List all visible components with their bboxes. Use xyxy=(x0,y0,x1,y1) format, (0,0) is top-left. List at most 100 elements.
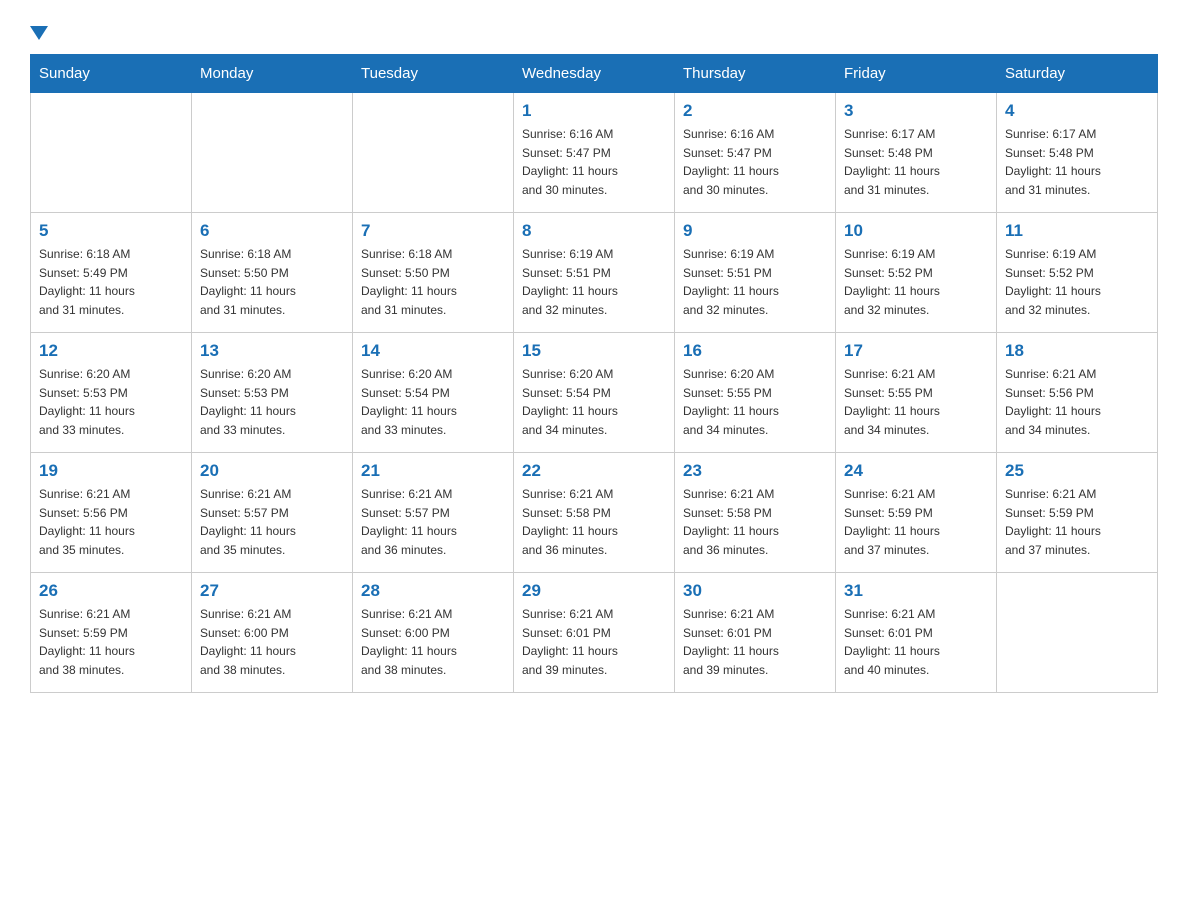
calendar-cell: 10 Sunrise: 6:19 AM Sunset: 5:52 PM Dayli… xyxy=(836,213,997,333)
logo-triangle-icon xyxy=(30,26,48,40)
day-number: 27 xyxy=(200,581,344,601)
day-number: 5 xyxy=(39,221,183,241)
day-info: Sunrise: 6:21 AM Sunset: 5:58 PM Dayligh… xyxy=(683,485,827,559)
day-number: 22 xyxy=(522,461,666,481)
column-header-thursday: Thursday xyxy=(675,55,836,93)
calendar-cell: 24 Sunrise: 6:21 AM Sunset: 5:59 PM Dayli… xyxy=(836,453,997,573)
calendar-cell xyxy=(997,573,1158,693)
day-number: 2 xyxy=(683,101,827,121)
calendar-cell: 15 Sunrise: 6:20 AM Sunset: 5:54 PM Dayli… xyxy=(514,333,675,453)
day-number: 1 xyxy=(522,101,666,121)
calendar-cell: 29 Sunrise: 6:21 AM Sunset: 6:01 PM Dayli… xyxy=(514,573,675,693)
day-info: Sunrise: 6:20 AM Sunset: 5:53 PM Dayligh… xyxy=(39,365,183,439)
calendar-cell: 22 Sunrise: 6:21 AM Sunset: 5:58 PM Dayli… xyxy=(514,453,675,573)
day-number: 15 xyxy=(522,341,666,361)
day-number: 8 xyxy=(522,221,666,241)
calendar-cell: 26Sunrise: 6:21 AM Sunset: 5:59 PM Dayli… xyxy=(31,573,192,693)
calendar-cell: 13Sunrise: 6:20 AM Sunset: 5:53 PM Dayli… xyxy=(192,333,353,453)
column-header-sunday: Sunday xyxy=(31,55,192,93)
calendar-cell: 9Sunrise: 6:19 AM Sunset: 5:51 PM Daylig… xyxy=(675,213,836,333)
day-number: 16 xyxy=(683,341,827,361)
day-number: 31 xyxy=(844,581,988,601)
day-number: 3 xyxy=(844,101,988,121)
day-info: Sunrise: 6:21 AM Sunset: 6:01 PM Dayligh… xyxy=(522,605,666,679)
day-info: Sunrise: 6:21 AM Sunset: 5:59 PM Dayligh… xyxy=(39,605,183,679)
calendar-cell: 25Sunrise: 6:21 AM Sunset: 5:59 PM Dayli… xyxy=(997,453,1158,573)
day-number: 9 xyxy=(683,221,827,241)
day-info: Sunrise: 6:21 AM Sunset: 5:58 PM Dayligh… xyxy=(522,485,666,559)
calendar-cell: 21Sunrise: 6:21 AM Sunset: 5:57 PM Dayli… xyxy=(353,453,514,573)
day-number: 7 xyxy=(361,221,505,241)
calendar-cell: 16 Sunrise: 6:20 AM Sunset: 5:55 PM Dayli… xyxy=(675,333,836,453)
calendar-cell: 2 Sunrise: 6:16 AM Sunset: 5:47 PM Daylig… xyxy=(675,93,836,213)
calendar-cell: 17 Sunrise: 6:21 AM Sunset: 5:55 PM Dayli… xyxy=(836,333,997,453)
calendar-cell: 4 Sunrise: 6:17 AM Sunset: 5:48 PM Daylig… xyxy=(997,93,1158,213)
column-header-tuesday: Tuesday xyxy=(353,55,514,93)
calendar-cell: 19 Sunrise: 6:21 AM Sunset: 5:56 PM Dayli… xyxy=(31,453,192,573)
column-header-monday: Monday xyxy=(192,55,353,93)
day-number: 25 xyxy=(1005,461,1149,481)
day-number: 17 xyxy=(844,341,988,361)
day-info: Sunrise: 6:18 AM Sunset: 5:50 PM Dayligh… xyxy=(361,245,505,319)
calendar-body: 1 Sunrise: 6:16 AM Sunset: 5:47 PM Daylig… xyxy=(31,93,1158,693)
calendar-cell: 6Sunrise: 6:18 AM Sunset: 5:50 PM Daylig… xyxy=(192,213,353,333)
day-info: Sunrise: 6:17 AM Sunset: 5:48 PM Dayligh… xyxy=(844,125,988,199)
day-info: Sunrise: 6:21 AM Sunset: 6:00 PM Dayligh… xyxy=(200,605,344,679)
calendar-cell: 28 Sunrise: 6:21 AM Sunset: 6:00 PM Dayli… xyxy=(353,573,514,693)
day-number: 30 xyxy=(683,581,827,601)
day-number: 12 xyxy=(39,341,183,361)
calendar-cell: 7 Sunrise: 6:18 AM Sunset: 5:50 PM Daylig… xyxy=(353,213,514,333)
calendar-cell: 11 Sunrise: 6:19 AM Sunset: 5:52 PM Dayli… xyxy=(997,213,1158,333)
day-info: Sunrise: 6:19 AM Sunset: 5:52 PM Dayligh… xyxy=(844,245,988,319)
day-info: Sunrise: 6:20 AM Sunset: 5:53 PM Dayligh… xyxy=(200,365,344,439)
day-info: Sunrise: 6:21 AM Sunset: 5:59 PM Dayligh… xyxy=(844,485,988,559)
calendar-week-3: 12 Sunrise: 6:20 AM Sunset: 5:53 PM Dayli… xyxy=(31,333,1158,453)
calendar-cell: 18Sunrise: 6:21 AM Sunset: 5:56 PM Dayli… xyxy=(997,333,1158,453)
day-number: 24 xyxy=(844,461,988,481)
calendar-cell: 14 Sunrise: 6:20 AM Sunset: 5:54 PM Dayli… xyxy=(353,333,514,453)
calendar-cell: 23 Sunrise: 6:21 AM Sunset: 5:58 PM Dayli… xyxy=(675,453,836,573)
day-number: 28 xyxy=(361,581,505,601)
calendar-cell: 8Sunrise: 6:19 AM Sunset: 5:51 PM Daylig… xyxy=(514,213,675,333)
column-header-friday: Friday xyxy=(836,55,997,93)
day-info: Sunrise: 6:16 AM Sunset: 5:47 PM Dayligh… xyxy=(683,125,827,199)
calendar-cell xyxy=(192,93,353,213)
day-number: 20 xyxy=(200,461,344,481)
day-info: Sunrise: 6:21 AM Sunset: 6:00 PM Dayligh… xyxy=(361,605,505,679)
day-number: 18 xyxy=(1005,341,1149,361)
calendar-cell: 27 Sunrise: 6:21 AM Sunset: 6:00 PM Dayli… xyxy=(192,573,353,693)
column-header-wednesday: Wednesday xyxy=(514,55,675,93)
day-info: Sunrise: 6:21 AM Sunset: 5:55 PM Dayligh… xyxy=(844,365,988,439)
day-info: Sunrise: 6:20 AM Sunset: 5:54 PM Dayligh… xyxy=(361,365,505,439)
day-number: 23 xyxy=(683,461,827,481)
calendar-week-1: 1 Sunrise: 6:16 AM Sunset: 5:47 PM Daylig… xyxy=(31,93,1158,213)
day-number: 14 xyxy=(361,341,505,361)
calendar-cell: 31 Sunrise: 6:21 AM Sunset: 6:01 PM Dayli… xyxy=(836,573,997,693)
day-number: 19 xyxy=(39,461,183,481)
calendar-week-4: 19 Sunrise: 6:21 AM Sunset: 5:56 PM Dayli… xyxy=(31,453,1158,573)
day-number: 11 xyxy=(1005,221,1149,241)
calendar-table: SundayMondayTuesdayWednesdayThursdayFrid… xyxy=(30,54,1158,693)
day-info: Sunrise: 6:21 AM Sunset: 6:01 PM Dayligh… xyxy=(844,605,988,679)
day-info: Sunrise: 6:19 AM Sunset: 5:52 PM Dayligh… xyxy=(1005,245,1149,319)
day-info: Sunrise: 6:20 AM Sunset: 5:54 PM Dayligh… xyxy=(522,365,666,439)
calendar-cell: 1 Sunrise: 6:16 AM Sunset: 5:47 PM Daylig… xyxy=(514,93,675,213)
calendar-cell: 12 Sunrise: 6:20 AM Sunset: 5:53 PM Dayli… xyxy=(31,333,192,453)
calendar-cell: 5 Sunrise: 6:18 AM Sunset: 5:49 PM Daylig… xyxy=(31,213,192,333)
header-section xyxy=(30,20,1158,38)
day-info: Sunrise: 6:18 AM Sunset: 5:49 PM Dayligh… xyxy=(39,245,183,319)
calendar-cell: 20 Sunrise: 6:21 AM Sunset: 5:57 PM Dayli… xyxy=(192,453,353,573)
day-info: Sunrise: 6:21 AM Sunset: 5:56 PM Dayligh… xyxy=(39,485,183,559)
calendar-cell xyxy=(31,93,192,213)
day-number: 4 xyxy=(1005,101,1149,121)
day-number: 10 xyxy=(844,221,988,241)
calendar-cell xyxy=(353,93,514,213)
day-info: Sunrise: 6:17 AM Sunset: 5:48 PM Dayligh… xyxy=(1005,125,1149,199)
day-info: Sunrise: 6:21 AM Sunset: 5:57 PM Dayligh… xyxy=(200,485,344,559)
day-info: Sunrise: 6:20 AM Sunset: 5:55 PM Dayligh… xyxy=(683,365,827,439)
day-number: 29 xyxy=(522,581,666,601)
day-info: Sunrise: 6:21 AM Sunset: 6:01 PM Dayligh… xyxy=(683,605,827,679)
day-info: Sunrise: 6:16 AM Sunset: 5:47 PM Dayligh… xyxy=(522,125,666,199)
day-info: Sunrise: 6:18 AM Sunset: 5:50 PM Dayligh… xyxy=(200,245,344,319)
calendar-cell: 30 Sunrise: 6:21 AM Sunset: 6:01 PM Dayli… xyxy=(675,573,836,693)
